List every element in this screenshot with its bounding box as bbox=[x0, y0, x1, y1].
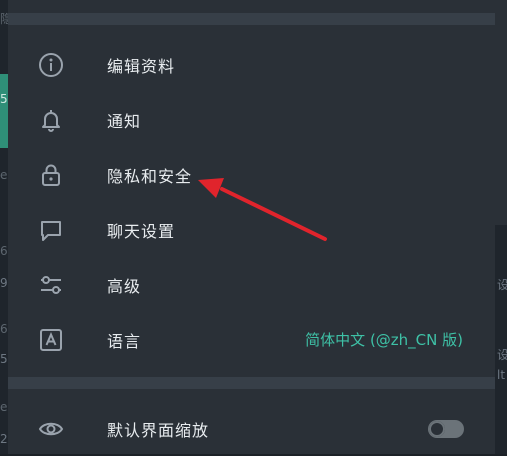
menu-item-label: 默认界面缩放 bbox=[107, 420, 210, 440]
background-text-fragment: 设 bbox=[497, 348, 507, 362]
section-separator bbox=[8, 377, 495, 389]
menu-item-edit-profile[interactable]: 编辑资料 bbox=[8, 37, 495, 92]
menu-item-label: 聊天设置 bbox=[107, 221, 176, 241]
menu-item-advanced[interactable]: 高级 bbox=[8, 257, 495, 312]
bell-icon bbox=[38, 107, 64, 133]
settings-menu-panel: 编辑资料 通知 隐私和安全 聊天设置 高级 语言 简体中文 (@zh_CN 版) bbox=[8, 0, 495, 454]
background-text-fragment: 5 bbox=[0, 92, 8, 106]
menu-item-label: 通知 bbox=[107, 111, 142, 131]
info-icon bbox=[38, 52, 64, 78]
background-text-fragment: 6 bbox=[0, 244, 8, 258]
language-icon bbox=[38, 327, 64, 353]
menu-item-privacy-security[interactable]: 隐私和安全 bbox=[8, 147, 495, 202]
background-selected-chat bbox=[0, 74, 8, 148]
menu-item-label: 编辑资料 bbox=[107, 56, 176, 76]
sliders-icon bbox=[38, 272, 64, 298]
menu-item-notifications[interactable]: 通知 bbox=[8, 92, 495, 147]
lock-icon bbox=[38, 162, 64, 188]
menu-item-language[interactable]: 语言 简体中文 (@zh_CN 版) bbox=[8, 312, 495, 367]
background-right-header bbox=[495, 0, 507, 225]
menu-item-default-zoom[interactable]: 默认界面缩放 bbox=[8, 401, 495, 456]
eye-icon bbox=[38, 416, 64, 442]
menu-item-chat-settings[interactable]: 聊天设置 bbox=[8, 202, 495, 257]
top-separator bbox=[8, 13, 495, 25]
toggle-knob bbox=[429, 420, 445, 437]
background-text-fragment: e bbox=[0, 168, 8, 182]
chat-bubble-icon bbox=[38, 217, 64, 243]
background-text-fragment: lt bbox=[497, 368, 506, 382]
current-language-value: 简体中文 (@zh_CN 版) bbox=[305, 331, 463, 349]
background-text-fragment: e bbox=[0, 400, 8, 414]
default-zoom-toggle[interactable] bbox=[428, 419, 464, 438]
background-text-fragment: 设 bbox=[497, 278, 507, 292]
menu-item-label: 高级 bbox=[107, 276, 142, 296]
menu-item-label: 语言 bbox=[107, 331, 142, 351]
background-text-fragment: 6 bbox=[0, 322, 8, 336]
menu-item-label: 隐私和安全 bbox=[107, 166, 193, 186]
background-left-pane bbox=[0, 0, 8, 454]
